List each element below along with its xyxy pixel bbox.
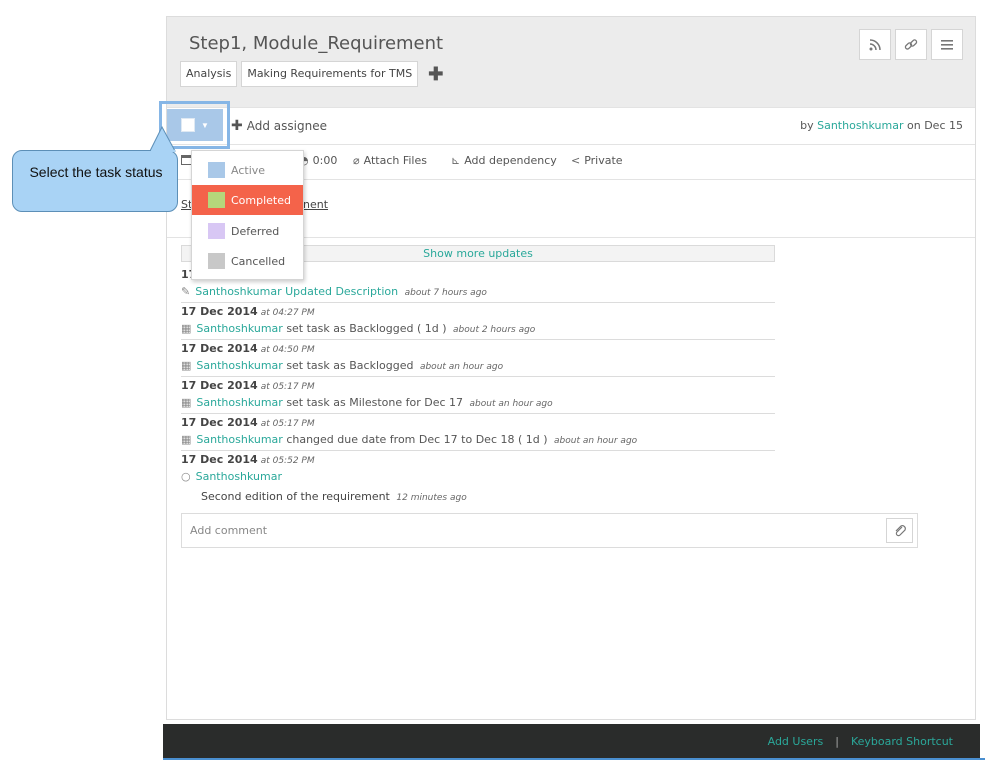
footer-separator: | [835,735,839,748]
footer-accent-strip [163,758,985,760]
app-footer: Add Users | Keyboard Shortcut [163,724,980,758]
callout-tail [149,125,176,152]
footer-links: Add Users | Keyboard Shortcut [768,735,953,748]
add-users-link[interactable]: Add Users [768,735,824,748]
keyboard-shortcut-link[interactable]: Keyboard Shortcut [851,735,953,748]
callout-tail-cover [151,150,175,152]
callout-bubble: Select the task status [12,150,178,212]
callout-text: Select the task status [29,164,163,180]
